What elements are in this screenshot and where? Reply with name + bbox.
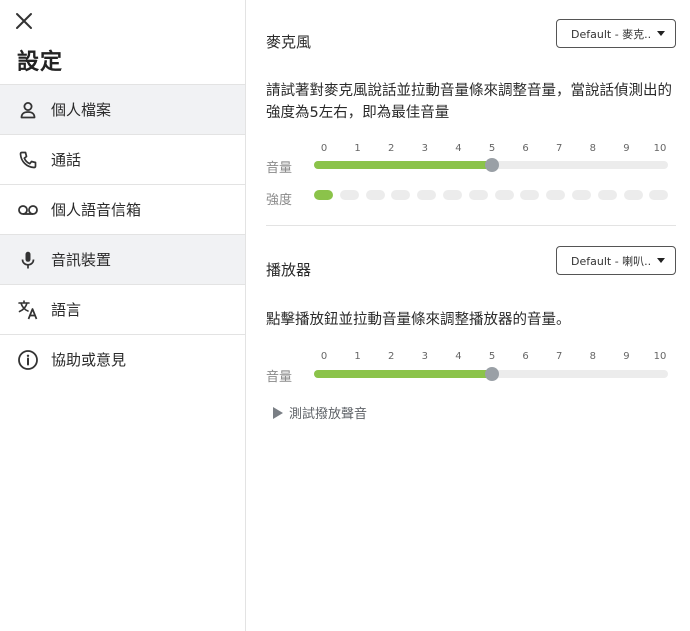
test-playback-label: 測試撥放聲音 [289,407,368,422]
settings-title: 設定 [17,50,64,75]
level-segment [339,190,359,200]
sidebar-item-label: 語言 [51,301,82,319]
play-icon [273,406,283,419]
volume-tick-label: 9 [623,351,630,362]
sidebar-item-help-feedback[interactable]: 協助或意見 [0,334,245,384]
close-icon[interactable] [14,11,34,31]
volume-tick-label: 10 [653,351,667,362]
speaker-volume-fill [314,370,492,378]
section-divider [266,225,676,226]
volume-tick-label: 1 [354,143,361,154]
microphone-description: 請試著對麥克風說話並拉動音量條來調整音量，當說話偵測出的強度為5左右，即為最佳音… [266,83,672,121]
microphone-device-value: Default - 麥克... [571,27,651,41]
speaker-volume-slider[interactable] [314,367,668,381]
microphone-level-meter [314,190,674,200]
microphone-volume-scale: 0 1 2 3 4 5 6 7 8 9 10 [321,143,667,157]
volume-tick-label: 3 [421,351,428,362]
volume-tick-label: 7 [556,351,563,362]
settings-sidebar: 設定 個人檔案 通話 個人語音信箱 音訊裝置 語言 協助或意見 [0,0,246,631]
microphone-volume-fill [314,161,492,169]
sidebar-item-label: 協助或意見 [51,351,127,369]
microphone-volume-slider[interactable] [314,158,668,172]
chevron-down-icon [657,31,665,36]
speaker-volume-thumb[interactable] [485,367,499,381]
phone-icon [17,149,39,171]
volume-tick-label: 3 [421,143,428,154]
volume-tick-label: 6 [522,351,529,362]
volume-tick-label: 1 [354,351,361,362]
volume-tick-label: 4 [455,143,462,154]
sidebar-item-profile[interactable]: 個人檔案 [0,84,245,134]
speaker-device-value: Default - 喇叭... [571,254,651,268]
volume-tick-label: 10 [653,143,667,154]
level-segment [649,190,669,200]
volume-tick-label: 2 [388,351,395,362]
volume-tick-label: 0 [320,143,328,154]
sidebar-item-calls[interactable]: 通話 [0,134,245,184]
speaker-description: 點擊播放鈕並拉動音量條來調整播放器的音量。 [266,312,571,328]
level-segment [391,190,411,200]
info-icon [17,349,39,371]
volume-tick-label: 0 [320,351,328,362]
level-segment [314,190,333,200]
level-segment [443,190,462,200]
sidebar-item-label: 音訊裝置 [51,251,112,269]
volume-tick-label: 9 [623,143,630,154]
level-segment [520,190,540,200]
volume-tick-label: 7 [556,143,563,154]
sidebar-item-label: 個人檔案 [51,101,112,119]
volume-tick-label: 4 [455,351,462,362]
sidebar-item-label: 通話 [51,151,82,169]
settings-nav: 個人檔案 通話 個人語音信箱 音訊裝置 語言 協助或意見 [0,84,245,384]
sidebar-item-voicemail[interactable]: 個人語音信箱 [0,184,245,234]
microphone-level-label: 強度 [266,193,293,208]
volume-tick-label: 8 [589,143,596,154]
volume-tick-label: 5 [488,143,496,154]
level-segment [417,190,437,200]
microphone-section-title: 麥克風 [266,33,312,51]
level-segment [365,190,385,200]
chevron-down-icon [657,258,665,263]
volume-tick-label: 2 [388,143,395,154]
volume-tick-label: 8 [589,351,596,362]
microphone-icon [17,249,39,271]
microphone-volume-thumb[interactable] [485,158,499,172]
level-segment [494,190,514,200]
level-segment [623,190,643,200]
microphone-device-select[interactable]: Default - 麥克... [556,19,676,48]
volume-tick-label: 6 [522,143,529,154]
audio-settings-panel: 麥克風 Default - 麥克... 請試著對麥克風說話並拉動音量條來調整音量… [246,0,690,631]
microphone-volume-label: 音量 [266,161,293,176]
speaker-volume-scale: 0 1 2 3 4 5 6 7 8 9 10 [321,351,667,365]
translate-icon [17,299,39,321]
level-segment [468,190,488,200]
speaker-section-title: 播放器 [266,261,312,279]
sidebar-item-audio-devices[interactable]: 音訊裝置 [0,234,245,284]
level-segment [546,190,566,200]
voicemail-icon [17,199,39,221]
speaker-volume-label: 音量 [266,370,293,385]
person-icon [17,99,39,121]
speaker-device-select[interactable]: Default - 喇叭... [556,246,676,275]
sidebar-item-label: 個人語音信箱 [51,201,142,219]
test-playback-button[interactable]: 測試撥放聲音 [273,403,367,422]
sidebar-item-language[interactable]: 語言 [0,284,245,334]
level-segment [597,190,617,200]
level-segment [572,190,591,200]
volume-tick-label: 5 [488,351,496,362]
